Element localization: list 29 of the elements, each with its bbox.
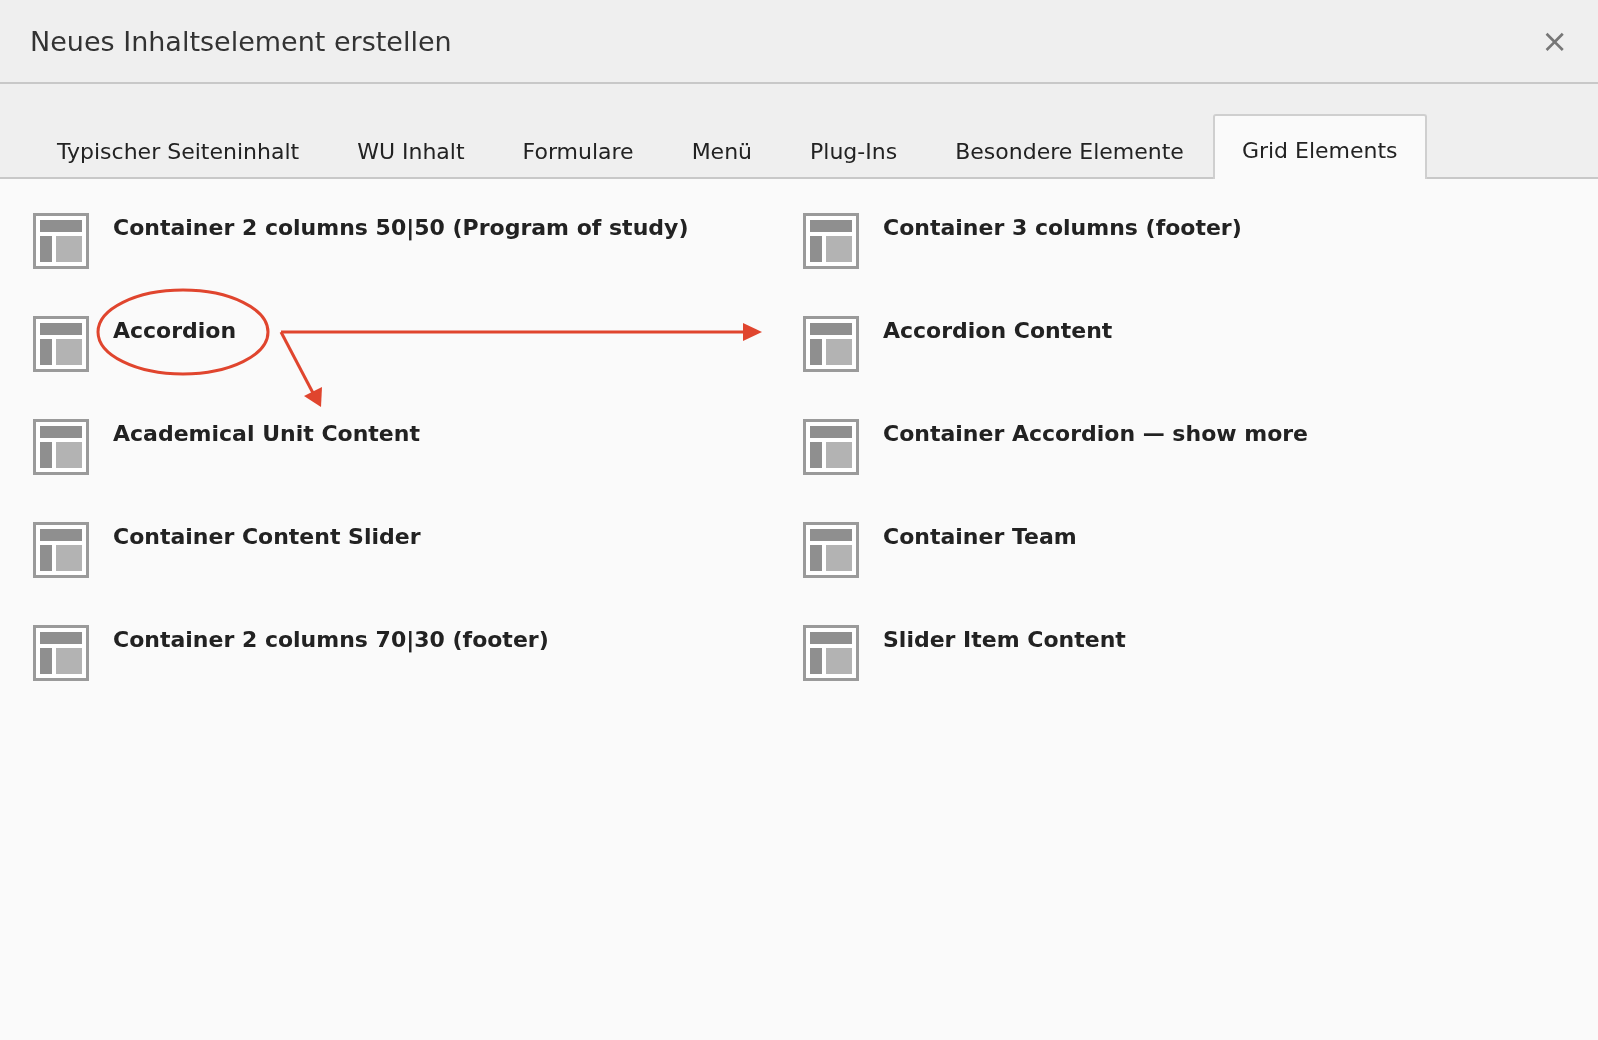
dialog-title: Neues Inhaltselement erstellen <box>30 25 452 57</box>
content-element-link[interactable]: Accordion <box>113 318 237 343</box>
tab[interactable]: Besondere Elemente <box>926 116 1213 179</box>
tab[interactable]: Grid Elements <box>1212 114 1427 179</box>
tab[interactable]: WU Inhalt <box>328 116 494 179</box>
grid-layout-icon[interactable] <box>33 419 89 475</box>
grid-layout-icon[interactable] <box>33 213 89 269</box>
grid-layout-icon[interactable] <box>803 625 859 681</box>
grid-layout-icon[interactable] <box>33 522 89 578</box>
grid-layout-icon[interactable] <box>803 316 859 372</box>
content-element-link[interactable]: Container 3 columns (footer) <box>883 215 1242 240</box>
tab[interactable]: Plug-Ins <box>781 116 927 179</box>
content-element-link[interactable]: Accordion Content <box>883 318 1113 343</box>
tab[interactable]: Menü <box>662 116 782 179</box>
content-element-link[interactable]: Slider Item Content <box>883 627 1126 652</box>
tab[interactable]: Typischer Seiteninhalt <box>28 116 329 179</box>
grid-layout-icon[interactable] <box>803 522 859 578</box>
content-element-link[interactable]: Container Accordion — show more <box>883 421 1309 446</box>
content-element-link[interactable]: Container Team <box>883 524 1077 549</box>
content-element-link[interactable]: Academical Unit Content <box>113 421 420 446</box>
content-element-link[interactable]: Container 2 columns 70|30 (footer) <box>113 627 549 652</box>
grid-layout-icon[interactable] <box>33 625 89 681</box>
content-element-link[interactable]: Container Content Slider <box>113 524 421 549</box>
grid-layout-icon[interactable] <box>33 316 89 372</box>
tab[interactable]: Formulare <box>493 116 663 179</box>
close-button[interactable]: × <box>1533 22 1576 60</box>
grid-layout-icon[interactable] <box>803 213 859 269</box>
grid-layout-icon[interactable] <box>803 419 859 475</box>
content-element-link[interactable]: Container 2 columns 50|50 (Program of study) <box>113 215 689 240</box>
